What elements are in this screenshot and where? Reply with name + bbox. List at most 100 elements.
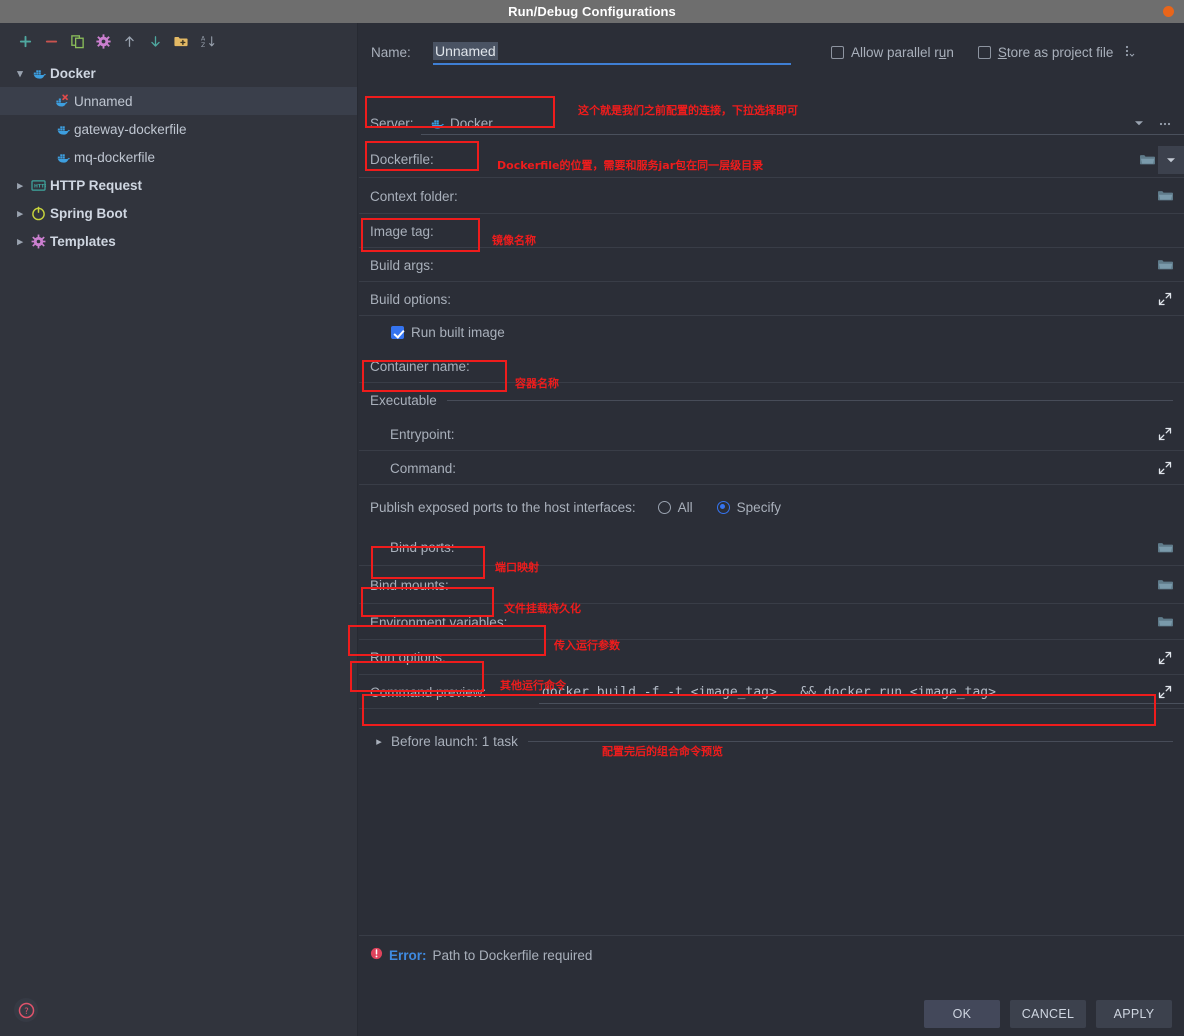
allow-parallel-run-checkbox[interactable]: Allow parallel run	[831, 45, 954, 60]
bind-mounts-field[interactable]	[539, 568, 1184, 602]
folder-icon[interactable]	[1154, 254, 1176, 276]
folder-add-icon[interactable]	[168, 30, 194, 52]
entrypoint-label: Entrypoint:	[390, 426, 455, 442]
publish-ports-all-radio[interactable]: All	[657, 500, 693, 515]
tree-group-docker[interactable]: ▾ Docker	[0, 59, 357, 87]
docker-icon	[52, 150, 72, 165]
svg-text:HTTP: HTTP	[34, 183, 46, 189]
dockerfile-dropdown[interactable]	[1158, 145, 1184, 174]
annotation-text-image-tag: 镜像名称	[492, 234, 536, 247]
copy-icon[interactable]	[64, 30, 90, 52]
environment-variables-row: Environment variables:	[359, 604, 1184, 640]
radio-label-specify: Specify	[736, 499, 781, 515]
store-as-project-file-label: Store as project file	[997, 44, 1114, 60]
arrow-up-icon[interactable]	[116, 30, 142, 52]
bind-ports-field[interactable]	[539, 531, 1184, 565]
folder-icon[interactable]	[1136, 149, 1158, 171]
annotation-text-environment-variables: 传入运行参数	[554, 639, 620, 652]
tree-group-templates[interactable]: ▸ Templates	[0, 227, 357, 255]
tree-item-gateway-dockerfile[interactable]: gateway-dockerfile	[0, 115, 357, 143]
footer-divider	[359, 935, 1184, 936]
section-divider	[446, 399, 1173, 401]
docker-error-icon	[52, 93, 72, 109]
allow-parallel-run-label: Allow parallel run	[851, 44, 954, 60]
expand-icon[interactable]	[1154, 681, 1176, 703]
apply-button[interactable]: APPLY	[1096, 1000, 1172, 1028]
command-row: Command:	[359, 451, 1184, 485]
add-configuration-button[interactable]	[12, 30, 38, 52]
folder-icon[interactable]	[1154, 574, 1176, 596]
build-options-field[interactable]	[539, 282, 1184, 316]
server-value: Docker	[421, 116, 493, 131]
chevron-down-icon[interactable]	[1128, 112, 1150, 134]
run-built-image-checkbox[interactable]: Run built image	[391, 325, 505, 340]
run-built-image-row: Run built image	[359, 316, 1184, 349]
remove-configuration-button[interactable]	[38, 30, 64, 52]
window-titlebar: Run/Debug Configurations	[0, 0, 1184, 23]
build-options-row: Build options:	[359, 282, 1184, 316]
sidebar-toolbar: AZ	[0, 23, 357, 57]
chevron-right-icon[interactable]: ▸	[371, 735, 387, 748]
store-as-project-file-checkbox[interactable]: Store as project file	[977, 44, 1114, 60]
before-launch-row[interactable]: ▸ Before launch: 1 task	[359, 709, 1184, 755]
docker-icon	[52, 122, 72, 137]
folder-icon[interactable]	[1154, 611, 1176, 633]
annotation-text-dockerfile: Dockerfile的位置，需要和服务jar包在同一层级目录	[497, 159, 764, 172]
ellipsis-icon[interactable]	[1154, 112, 1176, 134]
sort-alpha-icon[interactable]: AZ	[194, 30, 220, 52]
build-args-field[interactable]	[539, 248, 1184, 282]
chevron-right-icon[interactable]: ▸	[12, 235, 28, 248]
annotation-text-bind-ports: 端口映射	[495, 561, 539, 574]
bind-mounts-row: Bind mounts:	[359, 566, 1184, 604]
arrow-down-icon[interactable]	[142, 30, 168, 52]
tree-group-spring-boot[interactable]: ▸ Spring Boot	[0, 199, 357, 227]
expand-icon[interactable]	[1154, 423, 1176, 445]
radio-circle	[716, 500, 730, 514]
command-field[interactable]	[539, 451, 1184, 485]
configurations-sidebar: AZ ▾ Docker Unnamed gateway-dockerfile m…	[0, 23, 358, 1036]
tree-label: gateway-dockerfile	[74, 121, 187, 137]
tree-item-unnamed[interactable]: Unnamed	[0, 87, 357, 115]
help-question-icon[interactable]: ?	[14, 998, 38, 1022]
server-label: Server:	[370, 115, 414, 131]
expand-icon[interactable]	[1154, 288, 1176, 310]
cancel-button[interactable]: CANCEL	[1010, 1000, 1086, 1028]
error-bar: Error: Path to Dockerfile required	[359, 940, 1184, 970]
container-name-label: Container name:	[370, 358, 470, 374]
container-name-field[interactable]	[539, 349, 1184, 383]
configuration-editor-panel: Name: Unnamed Allow parallel run Store a…	[348, 23, 1184, 1036]
image-tag-field[interactable]	[539, 214, 1184, 248]
name-label: Name:	[371, 44, 411, 60]
expand-icon[interactable]	[1154, 457, 1176, 479]
tree-group-http-request[interactable]: ▸ HTTP HTTP Request	[0, 171, 357, 199]
chevron-right-icon[interactable]: ▸	[12, 207, 28, 220]
run-options-row: Run options:	[359, 640, 1184, 675]
tree-label: HTTP Request	[50, 177, 143, 193]
dialog-buttons: OK CANCEL APPLY	[924, 1000, 1172, 1028]
build-args-label: Build args:	[370, 257, 434, 273]
close-window-button[interactable]	[1163, 6, 1174, 17]
context-folder-field[interactable]	[539, 179, 1184, 213]
chevron-right-icon[interactable]: ▸	[12, 179, 28, 192]
error-badge-icon	[370, 947, 383, 963]
gear-icon[interactable]	[90, 30, 116, 52]
server-combobox[interactable]: Docker	[421, 106, 1184, 140]
run-options-field[interactable]	[539, 641, 1184, 675]
tree-item-mq-dockerfile[interactable]: mq-dockerfile	[0, 143, 357, 171]
more-options-icon[interactable]	[1123, 43, 1135, 62]
expand-icon[interactable]	[1154, 647, 1176, 669]
ok-button[interactable]: OK	[924, 1000, 1000, 1028]
folder-icon[interactable]	[1154, 185, 1176, 207]
container-name-row: Container name:	[359, 349, 1184, 383]
run-debug-configurations-dialog: Run/Debug Configurations A Z ▾ Docker Un…	[0, 0, 1184, 1036]
bind-ports-row: Bind ports:	[359, 529, 1184, 566]
command-preview-field: docker build -f -t <image_tag> . && dock…	[539, 675, 1184, 709]
folder-icon[interactable]	[1154, 537, 1176, 559]
name-input[interactable]: Unnamed	[433, 39, 791, 65]
chevron-down-icon[interactable]: ▾	[12, 67, 28, 80]
entrypoint-field[interactable]	[539, 417, 1184, 451]
publish-ports-specify-radio[interactable]: Specify	[716, 499, 781, 515]
bind-mounts-label: Bind mounts:	[370, 577, 449, 593]
docker-config-form: Server: Docker Dockerfile: Context folde…	[359, 105, 1184, 755]
environment-variables-field[interactable]	[539, 605, 1184, 639]
